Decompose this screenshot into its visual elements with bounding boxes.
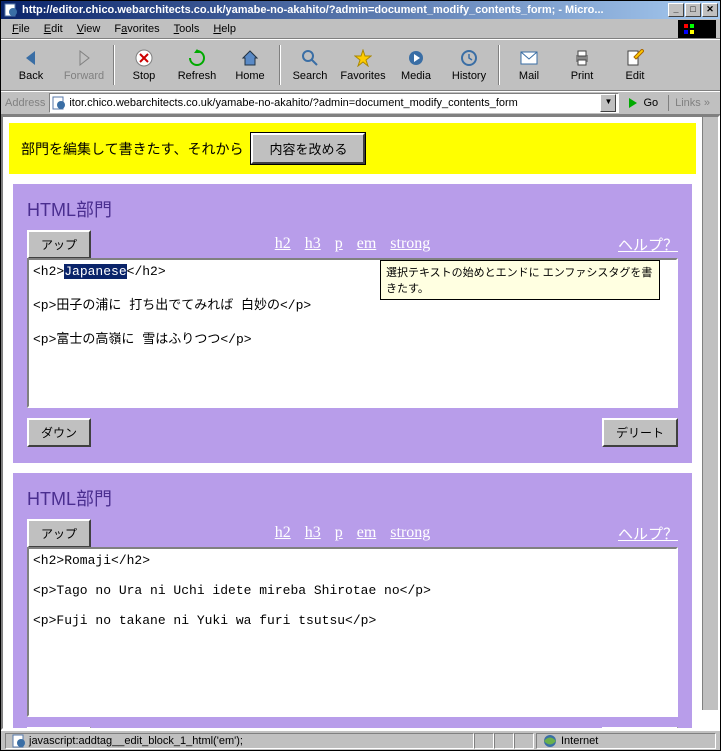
browser-window: http://editor.chico.webarchitects.co.uk/… [0,0,721,751]
address-bar: Address ▼ Go Links » [1,91,720,115]
address-dropdown-button[interactable]: ▼ [600,94,616,112]
edit-icon [625,48,645,68]
tag-p-link[interactable]: p [335,235,343,253]
toolbar-separator [498,45,500,85]
toolbar-separator [279,45,281,85]
tag-em-link[interactable]: em [357,524,377,542]
home-icon [240,48,260,68]
print-button[interactable]: Print [556,41,608,89]
tag-strong-link[interactable]: strong [390,524,430,542]
address-label: Address [5,97,45,109]
status-pane-empty [474,733,494,749]
back-icon [21,48,41,68]
menu-view[interactable]: View [70,21,108,37]
go-icon [627,96,641,110]
help-link[interactable]: ヘルプ？ [618,234,678,255]
block-title: HTML部門 [27,196,678,222]
tag-links: h2 h3 p em strong [275,524,431,542]
tag-h2-link[interactable]: h2 [275,524,291,542]
go-button[interactable]: Go [623,94,662,112]
ie-page-icon [3,2,19,18]
refresh-icon [187,48,207,68]
move-up-button[interactable]: アップ [27,230,91,259]
history-icon [459,48,479,68]
ie-page-icon [12,734,26,748]
forward-button[interactable]: Forward [58,41,110,89]
media-icon [406,48,426,68]
tag-strong-link[interactable]: strong [390,235,430,253]
home-button[interactable]: Home [224,41,276,89]
delete-button[interactable]: デリート [602,418,678,447]
tag-links: h2 h3 p em strong [275,235,431,253]
internet-zone-icon [543,734,557,748]
tag-h2-link[interactable]: h2 [275,235,291,253]
ie-page-icon [52,96,66,110]
ie-logo [678,20,716,38]
refresh-button[interactable]: Refresh [171,41,223,89]
favorites-button[interactable]: Favorites [337,41,389,89]
menu-tools[interactable]: Tools [167,21,207,37]
titlebar: http://editor.chico.webarchitects.co.uk/… [1,1,720,19]
block-title: HTML部門 [27,485,678,511]
security-zone: Internet [536,733,716,749]
close-button[interactable]: ✕ [702,3,718,17]
search-button[interactable]: Search [284,41,336,89]
em-tooltip: 選択テキストの始めとエンドに エンファシスタグを書きたす。 [380,260,660,300]
tag-h3-link[interactable]: h3 [305,235,321,253]
status-pane-empty [514,733,534,749]
stop-button[interactable]: Stop [118,41,170,89]
search-icon [300,48,320,68]
menu-favorites[interactable]: Favorites [107,21,166,37]
move-up-button[interactable]: アップ [27,519,91,548]
edit-button[interactable]: Edit [609,41,661,89]
titlebar-text: http://editor.chico.webarchitects.co.uk/… [22,4,668,16]
history-button[interactable]: History [443,41,495,89]
forward-icon [74,48,94,68]
submit-changes-button[interactable]: 内容を改める [251,133,365,164]
vertical-scrollbar[interactable] [702,117,718,710]
status-bar: javascript:addtag__edit_block_1_html('em… [1,730,720,750]
mail-icon [519,48,539,68]
media-button[interactable]: Media [390,41,442,89]
menu-edit[interactable]: Edit [37,21,70,37]
menu-help[interactable]: Help [206,21,243,37]
delete-button[interactable]: デリート [602,727,678,730]
mail-button[interactable]: Mail [503,41,555,89]
selected-text: Japanese [64,264,126,279]
move-down-button[interactable]: ダウン [27,727,91,730]
status-pane-empty [494,733,514,749]
notice-bar: 部門を編集して書きたす、それから 内容を改める [9,123,696,174]
favorites-icon [353,48,373,68]
address-input-wrap: ▼ [49,93,619,113]
back-button[interactable]: Back [5,41,57,89]
maximize-button[interactable]: □ [685,3,701,17]
notice-text: 部門を編集して書きたす、それから [21,139,243,159]
address-input[interactable] [69,97,600,109]
browser-viewport[interactable]: 部門を編集して書きたす、それから 内容を改める HTML部門 アップ h2 h3… [1,115,720,730]
menu-file[interactable]: File [5,21,37,37]
tag-em-link[interactable]: em [357,235,377,253]
html-textarea-2[interactable]: <h2>Romaji</h2> <p>Tago no Ura ni Uchi i… [27,547,678,717]
stop-icon [134,48,154,68]
menubar: File Edit View Favorites Tools Help [1,19,720,39]
minimize-button[interactable]: _ [668,3,684,17]
status-text: javascript:addtag__edit_block_1_html('em… [5,733,474,749]
tag-p-link[interactable]: p [335,524,343,542]
toolbar-separator [113,45,115,85]
help-link[interactable]: ヘルプ？ [618,523,678,544]
links-label[interactable]: Links » [668,95,716,111]
edit-block-2: HTML部門 アップ h2 h3 p em strong ヘルプ？ <h2>Ro… [13,473,692,730]
move-down-button[interactable]: ダウン [27,418,91,447]
window-controls: _ □ ✕ [668,3,718,17]
edit-block-1: HTML部門 アップ h2 h3 p em strong ヘルプ？ <h2>Ja… [13,184,692,463]
print-icon [572,48,592,68]
tag-h3-link[interactable]: h3 [305,524,321,542]
toolbar: Back Forward Stop Refresh Home Search Fa… [1,39,720,91]
